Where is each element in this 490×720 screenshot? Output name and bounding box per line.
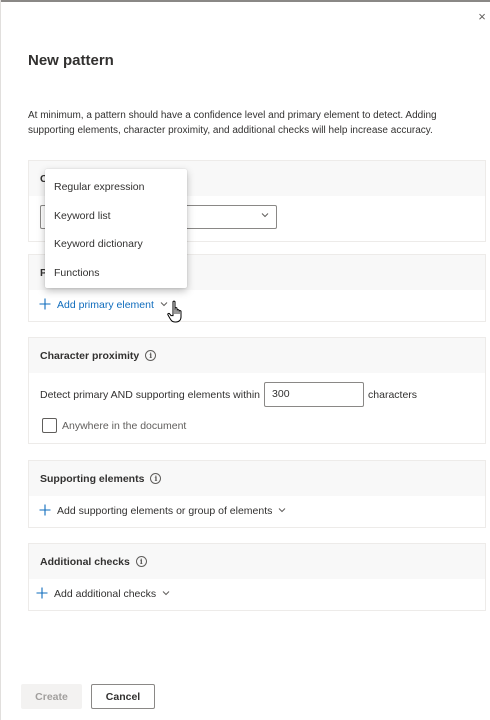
- proximity-prefix-label: Detect primary AND supporting elements w…: [40, 388, 261, 401]
- anywhere-in-document-label: Anywhere in the document: [62, 419, 187, 432]
- menu-item-keyword-list[interactable]: Keyword list: [45, 202, 187, 231]
- supporting-elements-section: Supporting elements i Add supporting ele…: [28, 460, 486, 528]
- chevron-down-icon: [260, 210, 270, 223]
- proximity-section-title: Character proximity: [40, 349, 140, 362]
- menu-item-keyword-dictionary[interactable]: Keyword dictionary: [45, 230, 187, 259]
- additional-section-title: Additional checks: [40, 555, 130, 568]
- menu-item-regular-expression[interactable]: Regular expression: [45, 173, 187, 202]
- info-icon[interactable]: i: [135, 556, 147, 567]
- cancel-button[interactable]: Cancel: [91, 684, 155, 709]
- page-title: New pattern: [28, 52, 114, 69]
- supporting-section-header: Supporting elements i: [29, 461, 485, 496]
- additional-checks-section: Additional checks i Add additional check…: [28, 543, 486, 611]
- primary-element-type-menu: Regular expression Keyword list Keyword …: [45, 169, 187, 288]
- anywhere-in-document-option[interactable]: Anywhere in the document: [42, 418, 186, 433]
- create-button[interactable]: Create: [21, 684, 82, 709]
- panel-top-border: [1, 0, 490, 2]
- info-icon[interactable]: i: [145, 350, 157, 361]
- anywhere-in-document-checkbox[interactable]: [42, 418, 57, 433]
- proximity-suffix-label: characters: [368, 388, 418, 401]
- additional-section-header: Additional checks i: [29, 544, 485, 579]
- proximity-section-header: Character proximity i: [29, 338, 485, 373]
- proximity-row: Detect primary AND supporting elements w…: [40, 382, 417, 407]
- plus-icon: [39, 504, 51, 519]
- plus-icon: [36, 587, 48, 602]
- add-additional-checks-label: Add additional checks: [54, 588, 157, 600]
- add-primary-element-label: Add primary element: [57, 299, 154, 311]
- add-supporting-elements-label: Add supporting elements or group of elem…: [57, 505, 273, 517]
- new-pattern-panel: × New pattern At minimum, a pattern shou…: [0, 0, 490, 720]
- hand-pointer-icon: [167, 300, 187, 329]
- chevron-down-icon: [161, 588, 171, 601]
- plus-icon: [39, 298, 51, 313]
- intro-text: At minimum, a pattern should have a conf…: [28, 110, 437, 136]
- info-icon[interactable]: i: [150, 473, 162, 484]
- proximity-characters-input[interactable]: 300: [264, 382, 365, 407]
- add-supporting-elements-button[interactable]: Add supporting elements or group of elem…: [29, 496, 485, 526]
- supporting-section-title: Supporting elements: [40, 472, 145, 485]
- character-proximity-section: Character proximity i Detect primary AND…: [28, 337, 486, 444]
- add-primary-element-button[interactable]: Add primary element: [29, 290, 485, 320]
- chevron-down-icon: [277, 505, 287, 518]
- add-additional-checks-button[interactable]: Add additional checks: [29, 579, 485, 609]
- menu-item-functions[interactable]: Functions: [45, 259, 187, 288]
- footer-actions: Create Cancel: [21, 684, 155, 709]
- close-icon[interactable]: ×: [476, 10, 488, 24]
